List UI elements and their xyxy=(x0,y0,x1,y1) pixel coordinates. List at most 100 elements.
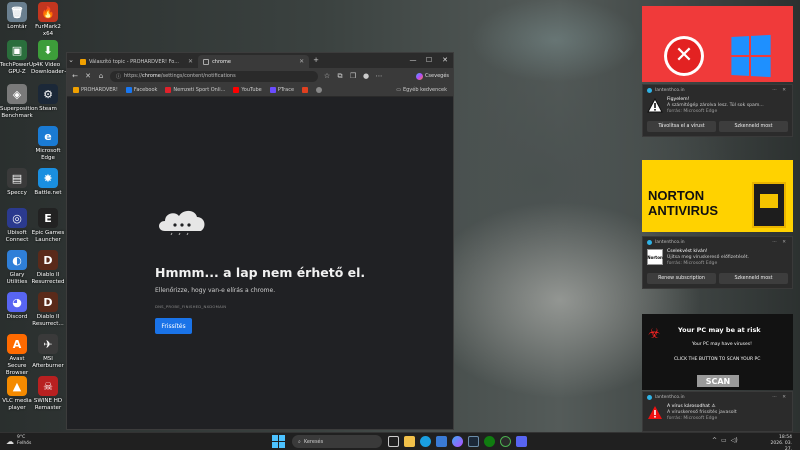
notification-header: lantenthco.in ⋯ ✕ xyxy=(643,392,792,402)
tab-actions-icon[interactable]: ⌄ xyxy=(67,53,75,68)
biohazard-icon: ☣ xyxy=(648,326,661,342)
desktop-icon-label: FurMark2 x64 xyxy=(35,24,61,37)
desktop-icon-label: Superposition Benchmark xyxy=(0,106,38,119)
close-window-button[interactable]: ✕ xyxy=(437,53,453,68)
bookmark-youtube[interactable]: YouTube xyxy=(233,87,262,93)
browser-window: ⌄ Válaszító topic - PROHARDVER! Fo... ✕ … xyxy=(66,52,454,430)
desktop-icon[interactable]: ▣ TechPowerUp GPU-Z xyxy=(0,40,36,76)
desktop-icon[interactable]: A Avast Secure Browser xyxy=(0,334,34,377)
weather-desc: Felhős xyxy=(17,441,32,446)
extensions-icon[interactable]: ⧉ xyxy=(336,72,344,81)
home-icon[interactable]: ⌂ xyxy=(97,72,105,80)
back-icon[interactable]: ← xyxy=(71,72,79,80)
desktop-icon[interactable]: ✸ Battle.net xyxy=(31,168,65,197)
xbox-app-icon[interactable] xyxy=(500,436,511,447)
warning-icon xyxy=(647,97,663,113)
steam-taskbar-icon[interactable] xyxy=(468,436,479,447)
bookmark-favicon-icon xyxy=(233,87,240,93)
desktop-icon[interactable]: ☠ SWINE HD Remaster xyxy=(31,376,65,412)
desktop-icon-label: Diablo II Resurrected xyxy=(31,272,65,285)
desktop-icon[interactable]: ◈ Superposition Benchmark xyxy=(0,84,38,120)
desktop-icon[interactable]: D Diablo II Resurrected xyxy=(31,250,65,286)
favorite-star-icon[interactable]: ☆ xyxy=(323,72,331,80)
notification-via: forrás: Microsoft Edge xyxy=(667,109,718,115)
menu-icon[interactable]: ⋯ xyxy=(375,72,383,80)
browser-notification-2[interactable]: lantenthco.in ⋯ ✕ Norton Cselekvést kívá… xyxy=(642,236,793,289)
desktop-icon[interactable]: ▲ VLC media player xyxy=(0,376,34,412)
close-tab-icon[interactable]: ✕ xyxy=(299,58,304,65)
store-icon[interactable] xyxy=(436,436,447,447)
collections-icon[interactable]: ❒ xyxy=(349,72,357,80)
desktop-icon[interactable]: 🔥 FurMark2 x64 xyxy=(31,2,65,38)
tab-prohardver[interactable]: Válaszító topic - PROHARDVER! Fo... ✕ xyxy=(75,55,198,68)
bookmark-nemzeti-sport[interactable]: Nemzeti Sport Onli... xyxy=(165,87,225,93)
copilot-chat-button[interactable]: Csevegés xyxy=(415,72,449,80)
bookmark-favicon-icon xyxy=(302,87,309,93)
desktop-icon[interactable]: ◐ Glary Utilities xyxy=(0,250,34,286)
scan-now-button[interactable]: Szkenneld most xyxy=(719,272,788,284)
notification-options-icon[interactable]: ⋯ ✕ xyxy=(772,88,788,93)
reload-button[interactable]: Frissítés xyxy=(155,318,192,334)
new-tab-button[interactable]: + xyxy=(312,53,320,68)
tray-overflow-icon[interactable]: ^ xyxy=(712,437,717,444)
bookmark-prohardver[interactable]: PROHARDVER! xyxy=(73,87,118,93)
bookmark-unnamed-1[interactable] xyxy=(302,87,309,93)
edge-taskbar-icon[interactable] xyxy=(420,436,431,447)
desktop-icon[interactable]: 🗑 Lomtár xyxy=(0,2,34,31)
app-icon: ◐ xyxy=(7,250,27,270)
notification-options-icon[interactable]: ⋯ ✕ xyxy=(772,240,788,245)
app-icon: ◎ xyxy=(7,208,27,228)
weather-widget[interactable]: ☁ 9°C Felhős xyxy=(6,435,31,447)
desktop-icon[interactable]: D Diablo II Resurrect... xyxy=(31,292,65,328)
desktop-icon[interactable]: E Epic Games Launcher xyxy=(31,208,65,244)
other-bookmarks-folder[interactable]: ▭ Egyéb kedvencek xyxy=(396,87,447,93)
page-favicon-icon xyxy=(203,58,210,65)
site-info-icon[interactable]: ⓘ xyxy=(116,73,121,80)
renew-subscription-button[interactable]: Renew subscription xyxy=(647,272,716,284)
reload-stop-icon[interactable]: ✕ xyxy=(84,72,92,80)
network-icon[interactable]: ▭ xyxy=(721,437,727,444)
copilot-taskbar-icon[interactable] xyxy=(452,436,463,447)
desktop-icon[interactable]: ◎ Ubisoft Connect xyxy=(0,208,34,244)
taskbar-search[interactable]: ⌕ Keresés xyxy=(292,435,382,448)
bookmark-unnamed-2[interactable] xyxy=(316,87,323,93)
notification-header: lantenthco.in ⋯ ✕ xyxy=(643,237,792,247)
desktop-icon-label: VLC media player xyxy=(2,398,32,411)
bookmarks-bar: PROHARDVER! Facebook Nemzeti Sport Onli.… xyxy=(67,84,453,97)
scan-now-button[interactable]: Szkenneld most xyxy=(719,120,788,132)
file-explorer-icon[interactable] xyxy=(404,436,415,447)
bookmark-facebook[interactable]: Facebook xyxy=(125,87,157,93)
task-view-icon[interactable] xyxy=(388,436,399,447)
desktop-icon-label: Battle.net xyxy=(34,190,62,196)
fake-scan-ad[interactable]: ☣ Your PC may be at risk Your PC may hav… xyxy=(642,314,793,390)
fake-alert-ad[interactable]: ✕ xyxy=(642,6,793,82)
edge-icon xyxy=(647,87,652,93)
xbox-icon[interactable] xyxy=(484,436,495,447)
search-icon: ⌕ xyxy=(298,438,301,445)
start-button[interactable] xyxy=(272,435,285,448)
address-bar[interactable]: ⓘ https://chrome/settings/content/notifi… xyxy=(110,70,318,82)
desktop-icon[interactable]: ⬇ 4K Video Downloader+ xyxy=(31,40,69,76)
desktop-icon[interactable]: ✈ MSI Afterburner xyxy=(31,334,65,370)
browser-notification-1[interactable]: lantenthco.in ⋯ ✕ Figyelem! A számítógép… xyxy=(642,84,793,137)
remove-virus-button[interactable]: Távolítsa el a vírust xyxy=(647,120,716,132)
profile-avatar-icon[interactable]: ● xyxy=(362,72,370,80)
notification-via: forrás: Microsoft Edge xyxy=(667,261,718,267)
discord-taskbar-icon[interactable] xyxy=(516,436,527,447)
volume-icon[interactable]: ◁) xyxy=(731,437,738,444)
desktop-icon[interactable]: e Microsoft Edge xyxy=(31,126,65,162)
desktop-icon[interactable]: ▤ Speccy xyxy=(0,168,34,197)
browser-notification-3[interactable]: lantenthco.in ⋯ ✕ A vírus károsodhat ⚠ A… xyxy=(642,391,793,432)
fake-norton-ad[interactable]: NORTON ANTIVIRUS xyxy=(642,160,793,232)
scan-ad-line1: Your PC may have viruses! xyxy=(692,342,752,347)
minimize-button[interactable]: — xyxy=(405,53,421,68)
notification-options-icon[interactable]: ⋯ ✕ xyxy=(772,395,788,400)
desktop-icon[interactable]: ⚙ Steam xyxy=(31,84,65,113)
close-tab-icon[interactable]: ✕ xyxy=(188,58,193,65)
bookmark-ptrace[interactable]: PTrace xyxy=(269,87,294,93)
clock[interactable]: 18:54 2026. 03. 27. xyxy=(762,435,792,450)
maximize-button[interactable]: ☐ xyxy=(421,53,437,68)
tab-chrome[interactable]: chrome ✕ xyxy=(198,55,310,68)
scan-button[interactable]: SCAN xyxy=(697,375,739,387)
desktop-icon[interactable]: ◕ Discord xyxy=(0,292,34,321)
